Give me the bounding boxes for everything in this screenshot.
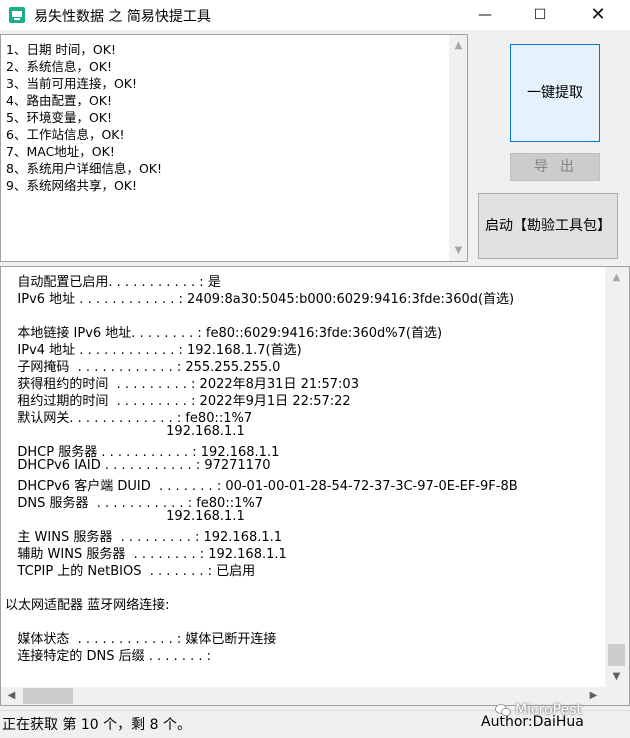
scroll-up-arrow-icon[interactable]: ▲ — [450, 37, 467, 54]
scroll-down-arrow-icon[interactable]: ▼ — [608, 668, 625, 685]
output-line: 连接特定的 DNS 后缀 . . . . . . . : — [5, 649, 212, 664]
minimize-icon[interactable]: — — [462, 0, 508, 30]
progress-line: 9、系统网络共享，OK! — [6, 178, 138, 193]
output-line: 192.168.1.1 — [5, 424, 245, 439]
output-line: IPv6 地址 . . . . . . . . . . . . : 2409:8… — [5, 292, 515, 307]
app-icon — [9, 7, 25, 23]
close-icon[interactable]: ✕ — [575, 0, 621, 30]
output-vertical-scrollbar[interactable]: ▲ ▼ — [605, 267, 629, 687]
output-line: 以太网适配器 蓝牙网络连接: — [5, 598, 170, 613]
scroll-up-arrow-icon[interactable]: ▲ — [608, 269, 625, 286]
output-line: 192.168.1.1 — [5, 509, 245, 524]
scroll-left-arrow-icon[interactable]: ◀ — [3, 687, 20, 704]
wechat-watermark-icon — [495, 704, 511, 716]
one-click-extract-button[interactable]: 一键提取 — [510, 44, 600, 142]
export-button[interactable]: 导出 — [510, 153, 600, 181]
output-text-area[interactable]: 自动配置已启用. . . . . . . . . . . : 是 IPv6 地址… — [0, 266, 630, 706]
progress-status-text: 正在获取 第 10 个，剩 8 个。 — [2, 717, 191, 733]
scrollbar-corner — [605, 687, 629, 705]
output-line: DHCPv6 IAID . . . . . . . . . . . : 9727… — [5, 458, 271, 473]
watermark-text: MicroPest — [515, 702, 583, 718]
window-title: 易失性数据 之 简易快提工具 — [34, 9, 211, 25]
maximize-icon[interactable]: ☐ — [517, 0, 563, 30]
progress-list[interactable]: 1、日期 时间，OK! 2、系统信息，OK! 3、当前可用连接，OK! 4、路由配置，… — [0, 34, 468, 262]
scroll-down-arrow-icon[interactable]: ▼ — [450, 242, 467, 259]
scroll-right-arrow-icon[interactable]: ▶ — [585, 687, 602, 704]
progress-list-scrollbar[interactable]: ▲ ▼ — [449, 35, 467, 261]
title-bar: 易失性数据 之 简易快提工具 — ☐ ✕ — [0, 0, 630, 30]
output-line: TCPIP 上的 NetBIOS . . . . . . . : 已启用 — [5, 564, 256, 579]
vertical-scroll-thumb[interactable] — [608, 644, 625, 666]
launch-toolkit-button[interactable]: 启动【勘验工具包】 — [478, 193, 618, 259]
horizontal-scroll-thumb[interactable] — [23, 688, 73, 704]
